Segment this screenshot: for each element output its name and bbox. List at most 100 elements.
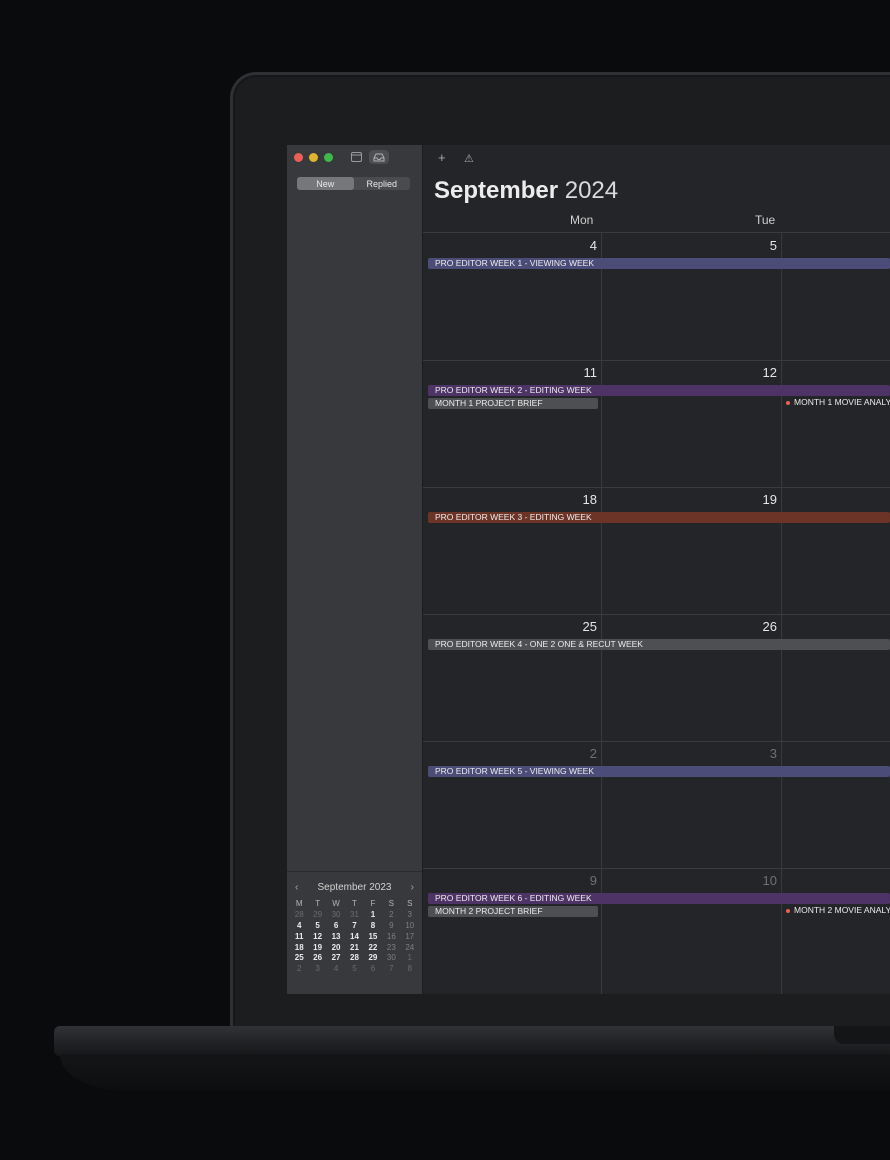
mini-day[interactable]: 5 bbox=[345, 964, 363, 973]
calendar-event[interactable]: PRO EDITOR WEEK 1 - VIEWING WEEK bbox=[428, 258, 890, 269]
week-row: 18 19 PRO EDITOR WEEK 3 - EDITING WEEK bbox=[423, 487, 890, 615]
mini-day[interactable]: 25 bbox=[290, 953, 308, 962]
mini-day[interactable]: 9 bbox=[382, 921, 400, 930]
calendar-event-dot[interactable]: MONTH 2 MOVIE ANALYSIS bbox=[786, 905, 890, 915]
calendar-event-label: MONTH 2 MOVIE ANALYSIS bbox=[794, 905, 890, 915]
laptop-base-shadow bbox=[60, 1054, 890, 1090]
mini-day[interactable]: 3 bbox=[401, 910, 419, 919]
mini-day[interactable]: 4 bbox=[327, 964, 345, 973]
mini-day[interactable]: 30 bbox=[382, 953, 400, 962]
day-number[interactable]: 4 bbox=[590, 238, 597, 253]
inbox-icon[interactable] bbox=[369, 150, 389, 164]
mini-day[interactable]: 1 bbox=[401, 953, 419, 962]
mini-day[interactable]: 23 bbox=[382, 943, 400, 952]
day-number[interactable]: 10 bbox=[763, 873, 777, 888]
month-view: + ⚠ September 2024 Mon Tue 4 5 PRO EDITOR … bbox=[423, 145, 890, 994]
mini-day[interactable]: 10 bbox=[401, 921, 419, 930]
day-number[interactable]: 11 bbox=[584, 365, 598, 380]
mini-day[interactable]: 29 bbox=[308, 910, 326, 919]
sidebar: New Replied ‹ September 2023 › M T W T F S S 28… bbox=[287, 145, 423, 994]
mini-day[interactable]: 2 bbox=[382, 910, 400, 919]
minimize-window-button[interactable] bbox=[309, 153, 318, 162]
mini-day[interactable]: 30 bbox=[327, 910, 345, 919]
mini-day[interactable]: 24 bbox=[401, 943, 419, 952]
calendar-event[interactable]: PRO EDITOR WEEK 3 - EDITING WEEK bbox=[428, 512, 890, 523]
maximize-window-button[interactable] bbox=[324, 153, 333, 162]
mini-day[interactable]: 15 bbox=[364, 932, 382, 941]
mini-day[interactable]: 7 bbox=[345, 921, 363, 930]
calendar-event-label: MONTH 1 MOVIE ANALYSIS bbox=[794, 397, 890, 407]
segment-replied[interactable]: Replied bbox=[354, 177, 411, 190]
mini-day[interactable]: 27 bbox=[327, 953, 345, 962]
mini-day[interactable]: 3 bbox=[308, 964, 326, 973]
calendar-window: New Replied ‹ September 2023 › M T W T F S S 28… bbox=[287, 145, 890, 994]
day-number[interactable]: 26 bbox=[763, 619, 777, 634]
calendar-event[interactable]: PRO EDITOR WEEK 2 - EDITING WEEK bbox=[428, 385, 890, 396]
mini-day[interactable]: 5 bbox=[308, 921, 326, 930]
mini-day[interactable]: 16 bbox=[382, 932, 400, 941]
add-event-button[interactable]: + bbox=[438, 150, 446, 165]
mini-day[interactable]: 18 bbox=[290, 943, 308, 952]
day-number[interactable]: 3 bbox=[770, 746, 777, 761]
mini-dow-label: T bbox=[315, 899, 321, 908]
mini-calendar-grid: M T W T F S S 28 29 30 31 1 2 3 4 5 6 7 8 9 10 11 12 13 14 15 16 17… bbox=[290, 899, 419, 973]
mini-day[interactable]: 8 bbox=[401, 964, 419, 973]
inbox-segmented-control: New Replied bbox=[297, 177, 410, 190]
laptop-base bbox=[54, 1026, 890, 1056]
laptop-notch bbox=[834, 1026, 890, 1044]
mini-calendar: ‹ September 2023 › M T W T F S S 28 29 30 31 1 2 3 4 5 6… bbox=[287, 871, 422, 994]
mini-day[interactable]: 6 bbox=[364, 964, 382, 973]
page-title: September 2024 bbox=[434, 177, 618, 205]
calendar-event[interactable]: MONTH 2 PROJECT BRIEF bbox=[428, 906, 598, 917]
week-row: 25 26 PRO EDITOR WEEK 4 - ONE 2 ONE & RECU… bbox=[423, 614, 890, 742]
mini-day[interactable]: 4 bbox=[290, 921, 308, 930]
week-row: 9 10 PRO EDITOR WEEK 6 - EDITING WEEK MONTH… bbox=[423, 868, 890, 994]
day-number[interactable]: 5 bbox=[770, 238, 777, 253]
mini-day[interactable]: 21 bbox=[345, 943, 363, 952]
mini-day[interactable]: 7 bbox=[382, 964, 400, 973]
mini-day[interactable]: 13 bbox=[327, 932, 345, 941]
day-number[interactable]: 12 bbox=[763, 365, 777, 380]
mini-day[interactable]: 31 bbox=[345, 910, 363, 919]
segment-new[interactable]: New bbox=[297, 177, 354, 190]
week-row: 2 3 PRO EDITOR WEEK 5 - VIEWING WEEK bbox=[423, 741, 890, 869]
mini-day[interactable]: 14 bbox=[345, 932, 363, 941]
mini-day[interactable]: 20 bbox=[327, 943, 345, 952]
mini-next-month-button[interactable]: › bbox=[411, 882, 414, 893]
mini-dow-label: S bbox=[407, 899, 413, 908]
month-name: September bbox=[434, 177, 559, 204]
mini-day[interactable]: 22 bbox=[364, 943, 382, 952]
mini-dow-label: F bbox=[370, 899, 376, 908]
mini-day[interactable]: 19 bbox=[308, 943, 326, 952]
dow-tuesday: Tue bbox=[755, 213, 776, 227]
week-row: 4 5 PRO EDITOR WEEK 1 - VIEWING WEEK bbox=[423, 233, 890, 361]
calendar-icon[interactable] bbox=[349, 150, 363, 164]
day-number[interactable]: 2 bbox=[590, 746, 597, 761]
mini-day[interactable]: 28 bbox=[345, 953, 363, 962]
mini-dow-label: S bbox=[388, 899, 395, 908]
mini-day[interactable]: 1 bbox=[364, 910, 382, 919]
mini-day[interactable]: 29 bbox=[364, 953, 382, 962]
mini-day[interactable]: 26 bbox=[308, 953, 326, 962]
day-number[interactable]: 18 bbox=[583, 492, 597, 507]
calendar-event-dot[interactable]: MONTH 1 MOVIE ANALYSIS bbox=[786, 397, 890, 407]
week-row: 11 12 PRO EDITOR WEEK 2 - EDITING WEEK MONT… bbox=[423, 360, 890, 488]
calendar-event[interactable]: PRO EDITOR WEEK 5 - VIEWING WEEK bbox=[428, 766, 890, 777]
event-dot-icon bbox=[786, 400, 790, 405]
day-number[interactable]: 9 bbox=[590, 873, 597, 888]
day-number[interactable]: 19 bbox=[763, 492, 777, 507]
mini-day[interactable]: 11 bbox=[290, 932, 308, 941]
calendar-event[interactable]: PRO EDITOR WEEK 4 - ONE 2 ONE & RECUT WE… bbox=[428, 639, 890, 650]
calendar-event[interactable]: PRO EDITOR WEEK 6 - EDITING WEEK bbox=[428, 893, 890, 904]
calendar-event[interactable]: MONTH 1 PROJECT BRIEF bbox=[428, 398, 598, 409]
mini-day[interactable]: 17 bbox=[401, 932, 419, 941]
mini-day[interactable]: 12 bbox=[308, 932, 326, 941]
dow-monday: Mon bbox=[570, 213, 594, 227]
mini-day[interactable]: 28 bbox=[290, 910, 308, 919]
warning-icon[interactable]: ⚠ bbox=[464, 152, 474, 165]
mini-day[interactable]: 6 bbox=[327, 921, 345, 930]
day-number[interactable]: 25 bbox=[583, 619, 597, 634]
mini-day[interactable]: 8 bbox=[364, 921, 382, 930]
mini-day[interactable]: 2 bbox=[290, 964, 308, 973]
close-window-button[interactable] bbox=[294, 153, 303, 162]
